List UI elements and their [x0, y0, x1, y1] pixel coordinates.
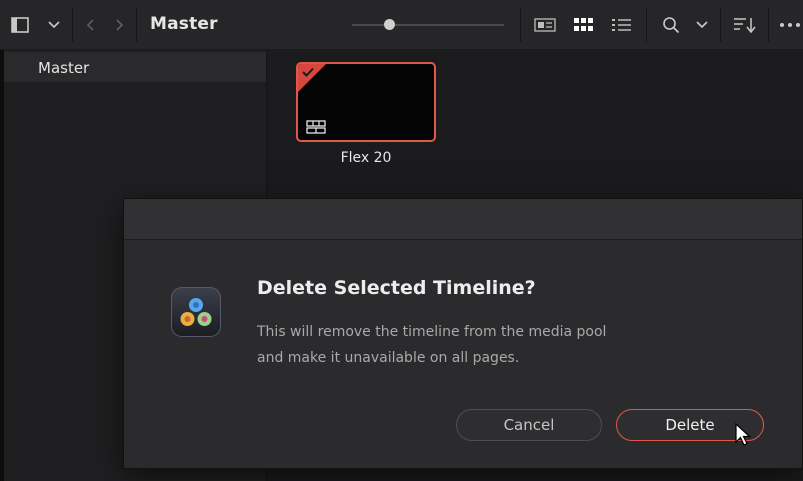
list-view-icon[interactable]	[610, 15, 634, 35]
dialog-titlebar[interactable]	[124, 199, 802, 240]
checkmark-icon	[302, 66, 314, 81]
toolbar-divider	[72, 8, 73, 42]
mouse-pointer-icon	[735, 422, 753, 453]
thumbnail-view-icon[interactable]	[572, 15, 596, 35]
sort-icon[interactable]	[732, 14, 758, 36]
davinci-resolve-app-icon	[171, 287, 221, 337]
clip-name: Flex 20	[340, 150, 392, 166]
toolbar-divider	[768, 8, 769, 42]
bin-title: Master	[150, 14, 218, 34]
chevron-down-icon[interactable]	[44, 15, 64, 35]
timeline-clip-thumbnail[interactable]	[296, 62, 436, 142]
more-options-icon[interactable]	[778, 15, 803, 35]
dialog-message-line: and make it unavailable on all pages.	[257, 350, 520, 366]
slider-track[interactable]	[352, 24, 504, 26]
timeline-icon	[306, 119, 326, 138]
delete-timeline-dialog: Delete Selected Timeline? This will remo…	[123, 198, 803, 469]
media-pool-toolbar: Master	[0, 0, 803, 50]
metadata-view-icon[interactable]	[532, 15, 558, 35]
sidebar-item-master[interactable]: Master	[4, 52, 266, 82]
sidebar-item-label: Master	[38, 59, 90, 77]
search-icon[interactable]	[660, 14, 682, 36]
forward-icon[interactable]	[110, 15, 128, 35]
toolbar-divider	[646, 8, 647, 42]
toolbar-divider	[720, 8, 721, 42]
dialog-title: Delete Selected Timeline?	[257, 277, 536, 299]
panel-toggle-icon[interactable]	[10, 15, 30, 35]
dialog-message-line: This will remove the timeline from the m…	[257, 324, 607, 340]
back-icon[interactable]	[82, 15, 100, 35]
app-window: Master Master Flex 20 Delete Selected Ti…	[0, 0, 803, 481]
chevron-down-icon[interactable]	[692, 15, 712, 35]
dialog-message: This will remove the timeline from the m…	[257, 319, 677, 371]
toolbar-divider	[136, 8, 137, 42]
toolbar-divider	[520, 8, 521, 42]
cancel-button[interactable]: Cancel	[456, 409, 602, 441]
slider-knob[interactable]	[384, 19, 395, 30]
